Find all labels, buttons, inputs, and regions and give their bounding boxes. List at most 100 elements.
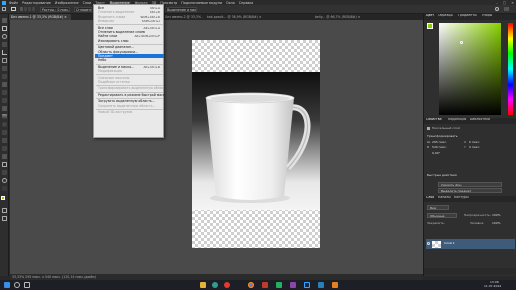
menu-item[interactable]: Изолировать слои <box>95 39 164 43</box>
hand-tool-icon[interactable] <box>2 170 7 175</box>
height-value[interactable]: 540 пикс. <box>432 146 447 149</box>
dodge-tool-icon[interactable] <box>2 130 7 135</box>
layer-name[interactable]: Слой 1 <box>444 242 455 245</box>
blur-tool-icon[interactable] <box>2 122 7 127</box>
more-tools-icon[interactable] <box>2 186 7 191</box>
menu-edit[interactable]: Редактирование <box>22 1 51 5</box>
clone-stamp-tool-icon[interactable] <box>2 90 7 95</box>
frame-tool-icon[interactable] <box>2 58 7 63</box>
angle-value[interactable]: 0,00° <box>432 152 440 155</box>
edge-icon[interactable] <box>212 282 218 288</box>
color-picker-cursor[interactable] <box>460 41 463 44</box>
menu-item-label: Сохранить выделенную область... <box>98 103 156 108</box>
blend-mode-dropdown[interactable]: Обычные <box>427 213 457 218</box>
menu-layers[interactable]: Слои <box>83 1 92 5</box>
maximize-button[interactable]: □ <box>503 1 506 5</box>
home-icon[interactable] <box>2 7 6 11</box>
search-taskbar-icon[interactable] <box>14 282 20 288</box>
select-subject-button[interactable]: Выделить предмет <box>438 188 502 193</box>
x-value[interactable]: 0 пикс. <box>469 141 480 144</box>
path-select-tool-icon[interactable] <box>2 154 7 159</box>
selection-mode-icons[interactable] <box>20 7 36 11</box>
tab-patterns[interactable]: Узоры <box>482 14 492 18</box>
quick-select-tool-icon[interactable] <box>2 42 7 47</box>
healing-brush-tool-icon[interactable] <box>2 74 7 79</box>
shape-tool-icon[interactable] <box>2 162 7 167</box>
marquee-tool-icon[interactable] <box>11 7 16 11</box>
app-icon-green[interactable] <box>276 282 282 288</box>
menu-item-label: Все слои <box>98 25 113 30</box>
menu-item-label: Новый 3D-экструзия <box>98 110 133 114</box>
y-value[interactable]: 0 пикс. <box>469 146 480 149</box>
eyedropper-tool-icon[interactable] <box>2 66 7 71</box>
crop-tool-icon[interactable] <box>2 50 7 55</box>
tab-paths[interactable]: Контуры <box>454 196 469 200</box>
clock-date[interactable]: 11.07.2024 <box>484 285 501 288</box>
app-icon-red[interactable] <box>262 282 268 288</box>
menu-item[interactable]: Небо <box>95 58 164 62</box>
tab-layers[interactable]: Слои <box>426 196 434 200</box>
menu-file[interactable]: Файл <box>9 1 18 5</box>
yandex-icon[interactable] <box>224 282 230 288</box>
remove-background-button[interactable]: Удалить фон <box>438 182 502 187</box>
screen-mode-icon[interactable] <box>2 216 7 221</box>
zoom-tool-icon[interactable] <box>2 178 7 183</box>
quick-mask-icon[interactable] <box>2 208 7 213</box>
tab-channels[interactable]: Каналы <box>438 196 451 200</box>
menu-window[interactable]: Окно <box>226 1 235 5</box>
tab-swatches[interactable]: Образцы <box>438 14 453 18</box>
antialias-checkbox[interactable]: Сгладить <box>74 7 92 12</box>
menu-item-label: Отменить выделение слоев <box>98 30 145 34</box>
menu-item-label: Выделение и маска... <box>98 64 135 69</box>
clock-time[interactable]: 13:08 <box>490 281 499 284</box>
taskview-icon[interactable] <box>24 282 30 288</box>
foreground-color-icon[interactable] <box>1 196 5 200</box>
transform-label: Трансформировать <box>427 135 458 138</box>
layer-row[interactable]: Слой 1 <box>426 239 515 249</box>
visibility-eye-icon[interactable] <box>427 242 430 245</box>
brush-tool-icon[interactable] <box>2 82 7 87</box>
document-canvas[interactable] <box>192 40 320 248</box>
windows-start-icon[interactable] <box>4 282 10 288</box>
tab-libraries[interactable]: Библиотеки <box>470 118 490 122</box>
eraser-tool-icon[interactable] <box>2 106 7 111</box>
app-icon-orange[interactable] <box>332 282 338 288</box>
marquee-tool-icon[interactable] <box>2 26 7 31</box>
chrome-icon[interactable] <box>248 282 254 288</box>
lasso-tool-icon[interactable] <box>2 34 7 39</box>
app-icon-purple[interactable] <box>290 282 296 288</box>
app-icon-blue[interactable] <box>318 282 324 288</box>
photoshop-taskbar-icon[interactable] <box>304 282 310 288</box>
menu-help[interactable]: Справка <box>239 1 254 5</box>
tab-color[interactable]: Цвет <box>426 14 434 18</box>
workspace-icon[interactable] <box>504 7 509 11</box>
hue-slider[interactable] <box>508 23 513 115</box>
type-tool-icon[interactable] <box>2 146 7 151</box>
history-brush-tool-icon[interactable] <box>2 98 7 103</box>
feather-field[interactable]: Растуш.: 0 пикс. <box>40 7 70 12</box>
move-tool-icon[interactable] <box>2 18 7 23</box>
menu-item[interactable]: Редактировать в режиме быстрой маски <box>95 93 164 97</box>
options-bar: Растуш.: 0 пикс. Сгладить Выделение и ма… <box>0 5 516 14</box>
tab-adjustments[interactable]: Коррекция <box>448 118 466 122</box>
color-picker-field[interactable] <box>439 23 501 115</box>
pen-tool-icon[interactable] <box>2 138 7 143</box>
menu-plugins[interactable]: Подключаемые модули <box>181 1 222 5</box>
search-icon[interactable] <box>495 7 499 11</box>
select-and-mask-button[interactable]: Выделение и маска... <box>165 7 197 12</box>
tab-properties[interactable]: Свойства <box>426 118 442 122</box>
color-preview-swatch[interactable] <box>427 23 433 29</box>
tab-gradients[interactable]: Градиенты <box>458 14 477 18</box>
explorer-icon[interactable] <box>200 282 206 288</box>
menu-image[interactable]: Изображение <box>55 1 79 5</box>
width-value[interactable]: 295 пикс. <box>432 141 447 144</box>
layers-panel-tabs: Слои Каналы Контуры <box>424 196 516 202</box>
minimize-button[interactable]: – <box>496 1 498 5</box>
close-button[interactable]: ✕ <box>511 1 514 5</box>
layer-filter-dropdown[interactable]: Вид <box>427 205 449 210</box>
opacity-value[interactable]: 100% <box>492 214 501 217</box>
gradient-tool-icon[interactable] <box>2 114 7 119</box>
color-swatches[interactable] <box>1 196 8 203</box>
fill-value[interactable]: 100% <box>492 222 501 225</box>
menu-item-label: Область фокусировки... <box>98 49 139 54</box>
